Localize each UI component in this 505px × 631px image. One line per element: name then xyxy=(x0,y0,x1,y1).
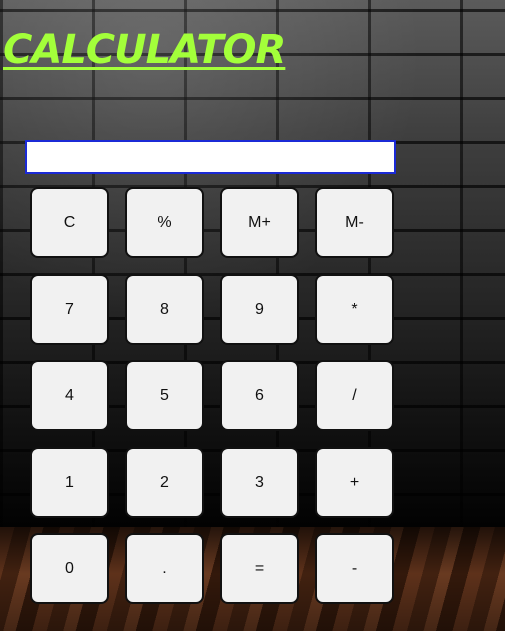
clear-button[interactable]: C xyxy=(30,187,109,258)
decimal-point-button[interactable]: . xyxy=(125,533,204,604)
percent-button[interactable]: % xyxy=(125,187,204,258)
digit-0-button[interactable]: 0 xyxy=(30,533,109,604)
add-button[interactable]: + xyxy=(315,447,394,518)
digit-4-button[interactable]: 4 xyxy=(30,360,109,431)
equals-button[interactable]: = xyxy=(220,533,299,604)
subtract-button[interactable]: - xyxy=(315,533,394,604)
memory-subtract-button[interactable]: M- xyxy=(315,187,394,258)
memory-add-button[interactable]: M+ xyxy=(220,187,299,258)
digit-2-button[interactable]: 2 xyxy=(125,447,204,518)
calculator-display[interactable] xyxy=(25,140,396,174)
multiply-button[interactable]: * xyxy=(315,274,394,345)
digit-6-button[interactable]: 6 xyxy=(220,360,299,431)
digit-3-button[interactable]: 3 xyxy=(220,447,299,518)
digit-9-button[interactable]: 9 xyxy=(220,274,299,345)
digit-5-button[interactable]: 5 xyxy=(125,360,204,431)
divide-button[interactable]: / xyxy=(315,360,394,431)
digit-7-button[interactable]: 7 xyxy=(30,274,109,345)
app-title: CALCULATOR xyxy=(3,27,286,73)
digit-1-button[interactable]: 1 xyxy=(30,447,109,518)
digit-8-button[interactable]: 8 xyxy=(125,274,204,345)
